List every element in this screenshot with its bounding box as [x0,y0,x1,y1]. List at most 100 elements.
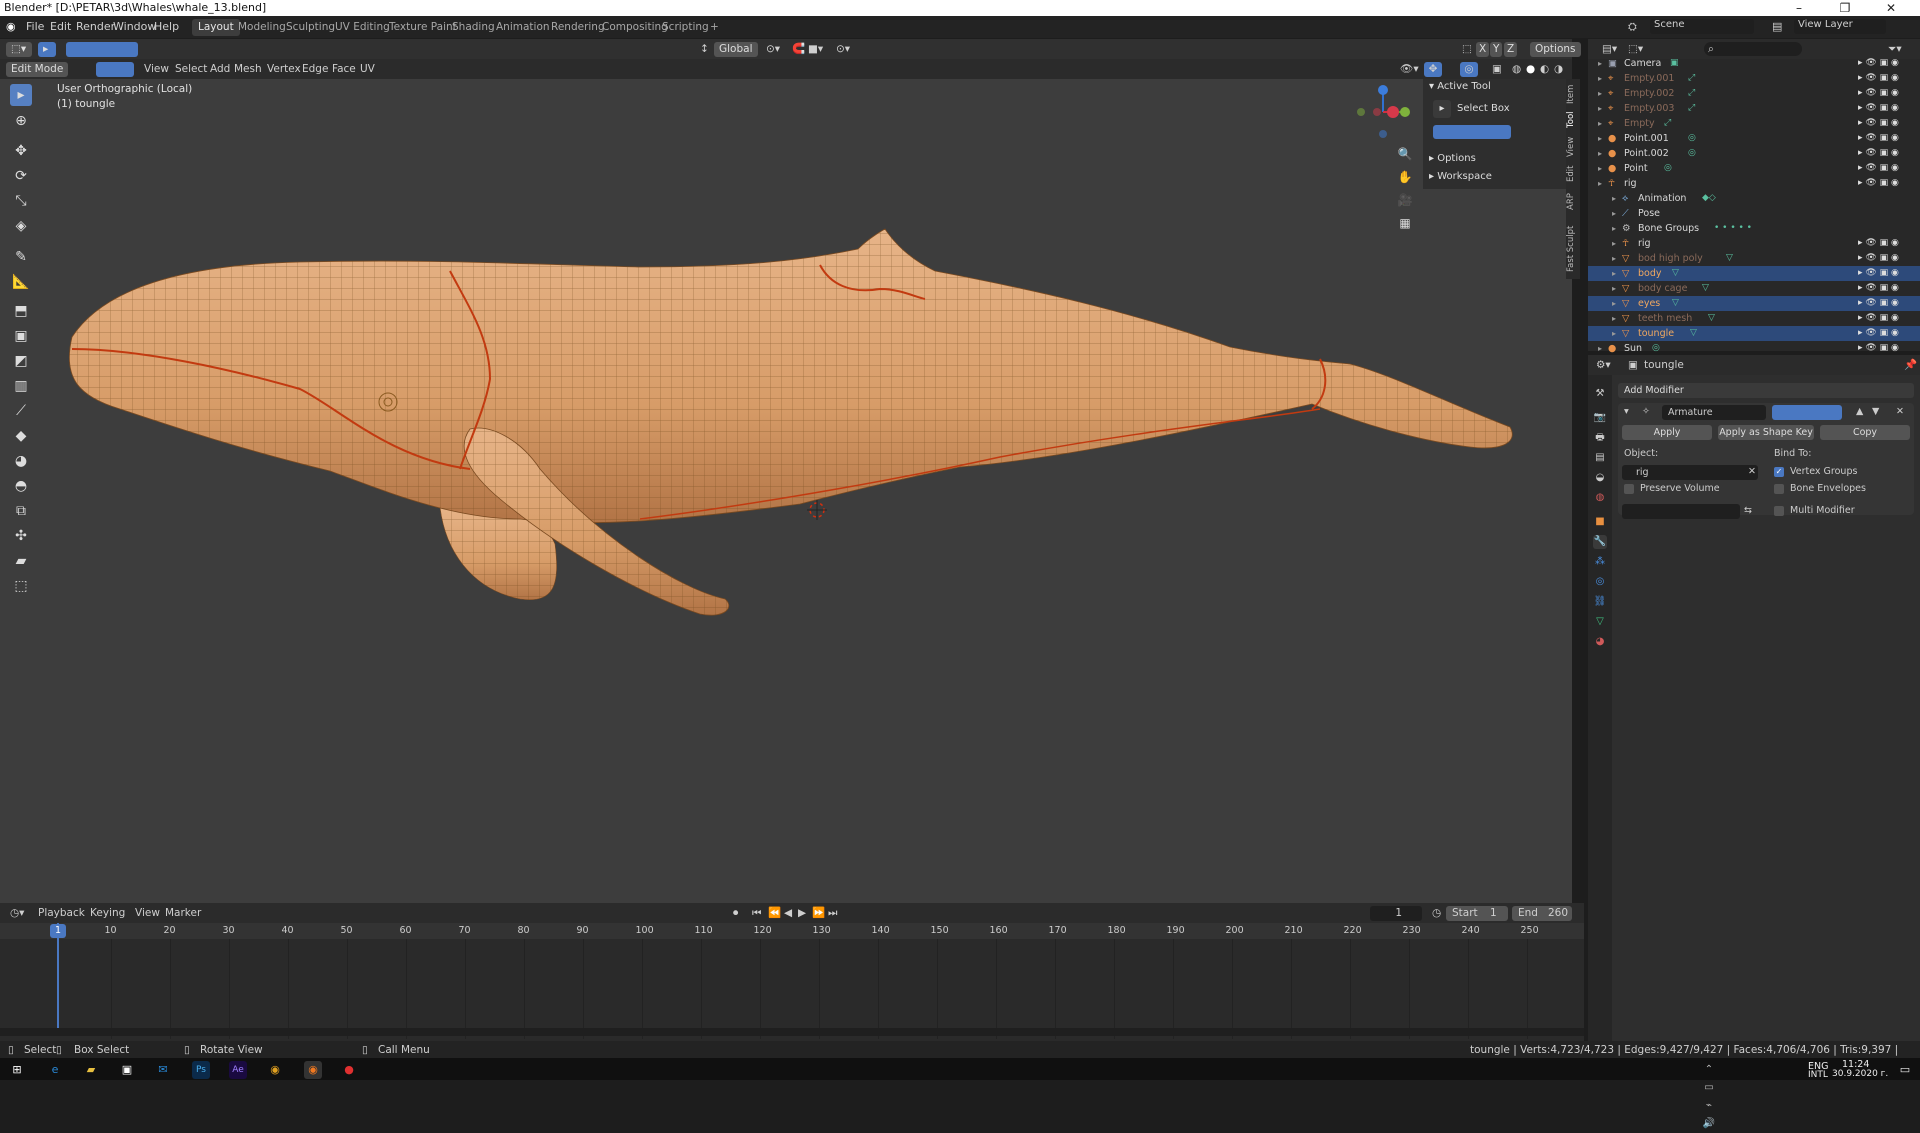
properties-editor-icon[interactable]: ⚙▾ [1596,358,1611,373]
snap-target-icon[interactable]: ■▾ [808,42,823,57]
expand-arrow-icon[interactable]: ▸ [1612,191,1616,206]
outliner-row[interactable]: ▸ ⌖ Empty.001 ⤢ ▸ 👁 ▣ ◉ [1588,71,1920,86]
expand-arrow-icon[interactable]: ▸ [1598,101,1602,116]
outliner-row[interactable]: ▸ ☥ rig ▸ 👁 ▣ ◉ [1588,176,1920,191]
select-tool-icon[interactable]: ▸ [38,42,56,57]
xray-icon[interactable]: ▣ [1492,62,1502,77]
workspace-section[interactable]: ▸ Workspace [1429,171,1492,182]
expand-arrow-icon[interactable]: ▸ [1612,326,1616,341]
clear-object-icon[interactable]: ✕ [1748,466,1756,477]
outliner-row[interactable]: ▸ ● Point.002 ◎ ▸ 👁 ▣ ◉ [1588,146,1920,161]
shading-render-icon[interactable]: ◑ [1554,62,1563,77]
outliner-row[interactable]: ▸ ● Point ◎ ▸ 👁 ▣ ◉ [1588,161,1920,176]
shading-material-icon[interactable]: ◐ [1540,62,1549,77]
menu-mesh[interactable]: Mesh [234,62,262,77]
outliner-row[interactable]: ▸ ▽ bod high poly ▽ ▸ 👁 ▣ ◉ [1588,251,1920,266]
menu-keying[interactable]: Keying [90,906,125,921]
outliner-item-name[interactable]: Pose [1638,206,1660,221]
pin-icon[interactable]: 📌 [1904,358,1917,373]
menu-render[interactable]: Render [76,20,115,33]
visibility-toggles-icon[interactable]: ▸ 👁 ▣ ◉ [1858,56,1899,71]
menu-view[interactable]: View [144,62,169,77]
chrome-icon[interactable]: ◉ [266,1061,284,1079]
constraints-tab-icon[interactable]: ⛓ [1593,595,1607,609]
expand-arrow-icon[interactable]: ▸ [1598,146,1602,161]
tool-tab-icon[interactable]: ⚒ [1593,387,1607,401]
move-up-icon[interactable]: ▲ [1856,406,1863,417]
scene-tab-icon[interactable]: ◒ [1593,471,1607,485]
close-icon[interactable]: ✕ [1868,0,1914,16]
clock-date[interactable]: 30.9.2020 г. [1832,1069,1888,1079]
outliner-item-name[interactable]: rig [1638,236,1651,251]
collapse-icon[interactable]: ▾ [1624,406,1629,417]
outliner-item-name[interactable]: Point.002 [1624,146,1669,161]
expand-arrow-icon[interactable]: ▸ [1612,206,1616,221]
view-layer-selector[interactable]: View Layer [1794,19,1886,34]
visibility-toggles-icon[interactable]: ▸ 👁 ▣ ◉ [1858,296,1899,311]
play-icon[interactable]: ▶ [798,906,806,921]
outliner-row[interactable]: ▸ ⌖ Empty.003 ⤢ ▸ 👁 ▣ ◉ [1588,101,1920,116]
timeline-scrollbar[interactable] [0,1028,1584,1036]
menu-marker[interactable]: Marker [165,906,201,921]
shading-solid-icon[interactable]: ● [1526,62,1535,77]
apply-as-shape-key-button[interactable]: Apply as Shape Key [1718,425,1814,440]
expand-arrow-icon[interactable]: ▸ [1598,176,1602,191]
visibility-toggles-icon[interactable]: ▸ 👁 ▣ ◉ [1858,266,1899,281]
outliner-search-input[interactable]: ⌕ [1704,42,1802,56]
visibility-toggles-icon[interactable]: ▸ 👁 ▣ ◉ [1858,146,1899,161]
outliner-item-name[interactable]: eyes [1638,296,1660,311]
tab-fast-sculpt[interactable]: Fast Sculpt [1566,221,1580,277]
photoshop-icon[interactable]: Ps [192,1061,210,1079]
outliner-item-name[interactable]: toungle [1638,326,1674,341]
outliner-item-name[interactable]: Point [1624,161,1648,176]
visibility-icon[interactable]: 👁▾ [1400,62,1419,77]
visibility-toggles-icon[interactable]: ▸ 👁 ▣ ◉ [1858,131,1899,146]
blender-logo-icon[interactable]: ◉ [6,20,16,33]
menu-select[interactable]: Select [175,62,207,77]
camera-view-icon[interactable]: 🎥 [1396,191,1414,209]
pivot-icon[interactable]: ⊙▾ [766,42,780,57]
edge-browser-icon[interactable]: e [46,1061,64,1079]
tab-item[interactable]: Item [1566,83,1580,105]
copy-button[interactable]: Copy [1820,425,1910,440]
outliner-row[interactable]: ▸ ☥ rig ▸ 👁 ▣ ◉ [1588,236,1920,251]
playhead[interactable] [57,923,59,1028]
bone-envelopes-checkbox[interactable] [1774,484,1784,494]
current-frame-field[interactable]: 1 [1370,906,1422,921]
visibility-toggles-icon[interactable]: ▸ 👁 ▣ ◉ [1858,311,1899,326]
menu-window[interactable]: Window [113,20,156,33]
expand-arrow-icon[interactable]: ▸ [1612,266,1616,281]
display-mode-icon[interactable]: ⬚▾ [1628,42,1643,57]
preview-range-icon[interactable]: ◷ [1432,906,1441,921]
menu-face[interactable]: Face [332,62,356,77]
outliner-row[interactable]: ▸ ⟡ Animation ◆◇ [1588,191,1920,206]
proportional-icon[interactable]: ⊙▾ [836,42,850,57]
menu-uv[interactable]: UV [360,62,375,77]
menu-timeline-view[interactable]: View [135,906,160,921]
visibility-toggles-icon[interactable]: ▸ 👁 ▣ ◉ [1858,281,1899,296]
menu-add[interactable]: Add [210,62,230,77]
play-reverse-icon[interactable]: ◀ [784,906,792,921]
mirror-x-button[interactable]: X [1476,42,1490,57]
remove-modifier-icon[interactable]: ✕ [1896,406,1904,417]
expand-arrow-icon[interactable]: ▸ [1598,116,1602,131]
store-icon[interactable]: ▣ [118,1061,136,1079]
object-tab-icon[interactable]: ■ [1593,515,1607,529]
outliner-item-name[interactable]: Bone Groups [1638,221,1699,236]
modifier-display-toggles[interactable] [1772,405,1842,420]
visibility-toggles-icon[interactable]: ▸ 👁 ▣ ◉ [1858,341,1899,356]
options-dropdown[interactable]: Options [1530,42,1581,57]
outliner-item-name[interactable]: Empty.003 [1624,101,1674,116]
jump-start-icon[interactable]: ⏮ [752,906,761,921]
outliner-row[interactable]: ▸ ● Point.001 ◎ ▸ 👁 ▣ ◉ [1588,131,1920,146]
expand-arrow-icon[interactable]: ▸ [1598,56,1602,71]
expand-arrow-icon[interactable]: ▸ [1612,281,1616,296]
file-explorer-icon[interactable]: ▰ [82,1061,100,1079]
vertex-group-field[interactable] [1622,504,1740,519]
visibility-toggles-icon[interactable]: ▸ 👁 ▣ ◉ [1858,176,1899,191]
visibility-toggles-icon[interactable]: ▸ 👁 ▣ ◉ [1858,116,1899,131]
outliner-item-name[interactable]: rig [1624,176,1637,191]
keyboard-layout-indicator[interactable]: INTL [1808,1070,1828,1080]
prev-key-icon[interactable]: ⏪ [768,906,781,921]
windows-start-icon[interactable]: ⊞ [8,1061,26,1079]
